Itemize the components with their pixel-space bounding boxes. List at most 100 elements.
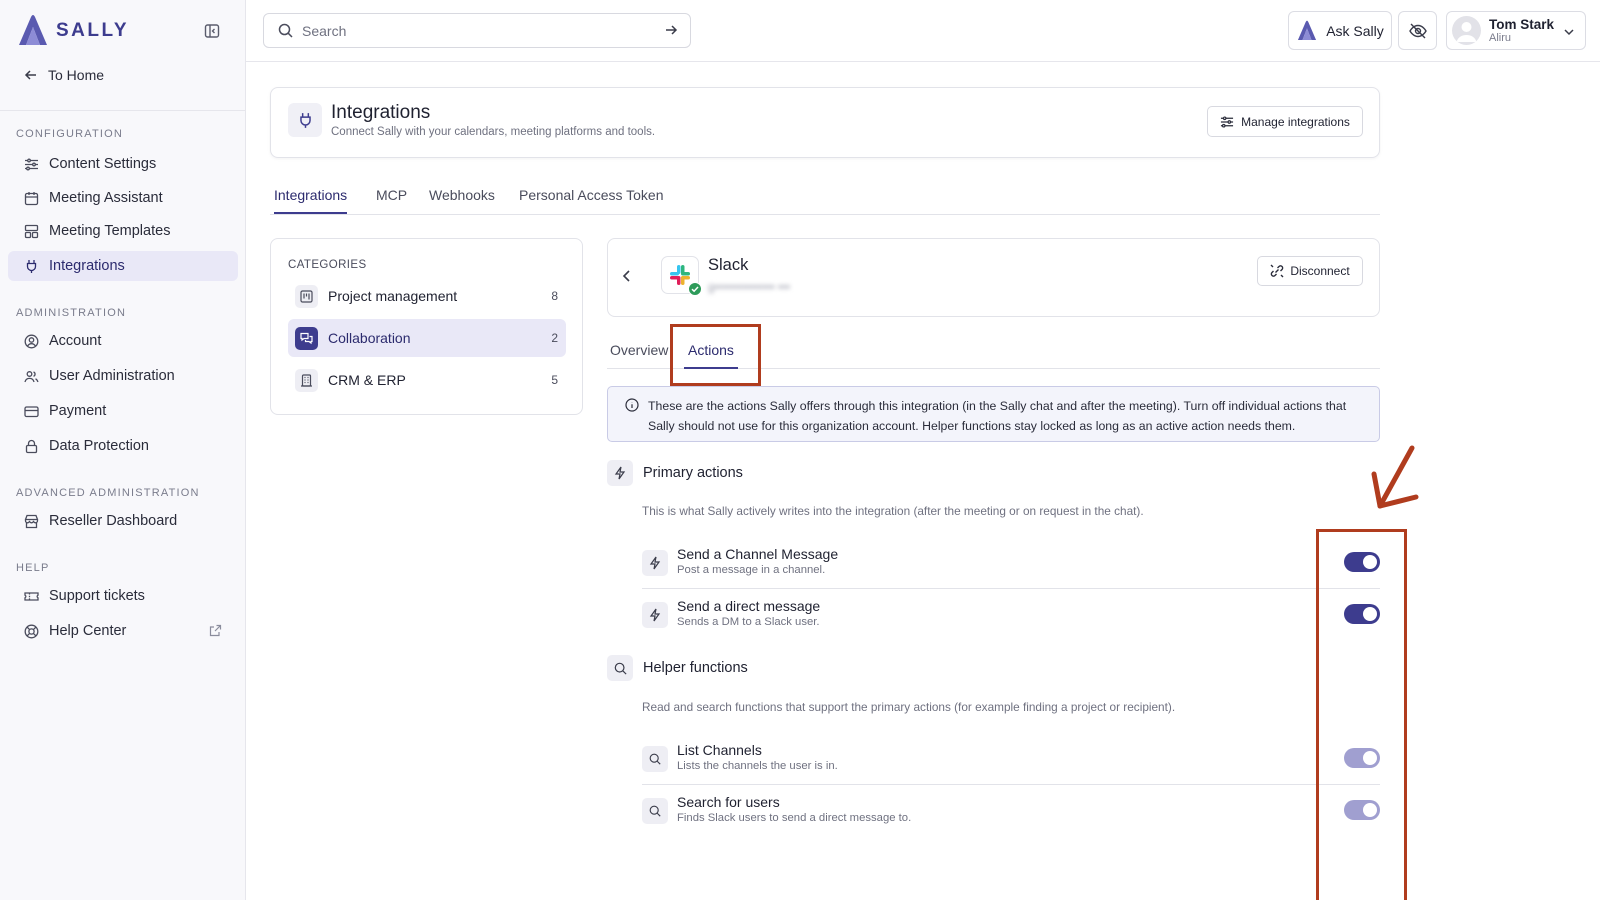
section-title-administration: ADMINISTRATION: [16, 307, 127, 319]
sidebar-item-label: Account: [49, 333, 102, 349]
sidebar-item-help-center[interactable]: Help Center: [8, 616, 238, 646]
category-count: 8: [551, 289, 558, 303]
action-title: Search for users: [677, 794, 780, 810]
integrations-header-card: Integrations Connect Sally with your cal…: [270, 87, 1380, 158]
arrow-right-icon: [666, 25, 678, 35]
topbar: Ask Sally Tom Stark Aliru: [246, 0, 1600, 62]
template-icon: [24, 224, 39, 238]
sidebar-item-label: Content Settings: [49, 156, 157, 172]
privacy-toggle-button[interactable]: [1398, 11, 1437, 50]
sidebar-item-label: Support tickets: [49, 588, 145, 604]
to-home-link[interactable]: To Home: [24, 67, 104, 83]
category-count: 2: [551, 331, 558, 345]
toggle-send-direct-message[interactable]: [1344, 604, 1380, 624]
avatar: [1452, 16, 1481, 45]
sally-logo-icon: [1298, 20, 1317, 40]
sidebar-item-label: Meeting Assistant: [49, 190, 163, 206]
integration-name: Slack: [708, 256, 749, 274]
sidebar-item-label: Help Center: [49, 623, 127, 639]
category-label: Collaboration: [328, 330, 411, 346]
info-icon: [625, 398, 639, 412]
search-submit-button[interactable]: [664, 23, 678, 37]
sidebar-collapse-icon: [204, 24, 220, 38]
sliders-icon: [1221, 115, 1234, 128]
user-menu-button[interactable]: Tom Stark Aliru: [1446, 11, 1586, 50]
search-input[interactable]: [302, 22, 652, 39]
search-icon: [278, 23, 293, 38]
search-icon: [642, 746, 668, 772]
action-description: Sends a DM to a Slack user.: [677, 616, 820, 628]
user-org: Aliru: [1489, 31, 1512, 44]
helper-functions-header: Helper functions: [607, 655, 748, 681]
search-bar[interactable]: [263, 13, 691, 48]
category-project-management[interactable]: Project management 8: [288, 277, 566, 315]
unlink-icon: [1270, 264, 1284, 278]
tab-personal-access-token[interactable]: Personal Access Token: [519, 187, 664, 212]
annotation-arrow-icon: [1371, 445, 1419, 509]
category-label: CRM & ERP: [328, 372, 406, 388]
building-icon: [295, 368, 318, 392]
store-icon: [24, 514, 39, 528]
chevron-left-icon: [622, 270, 630, 282]
manage-integrations-button[interactable]: Manage integrations: [1207, 106, 1363, 137]
toggle-list-channels[interactable]: [1344, 748, 1380, 768]
eye-off-icon: [1408, 23, 1427, 38]
sidebar-item-meeting-templates[interactable]: Meeting Templates: [8, 216, 238, 246]
ask-sally-button[interactable]: Ask Sally: [1288, 11, 1392, 50]
disconnect-button[interactable]: Disconnect: [1257, 256, 1363, 286]
tab-integrations[interactable]: Integrations: [274, 187, 348, 214]
sidebar-item-user-administration[interactable]: User Administration: [8, 361, 238, 391]
back-button[interactable]: [620, 269, 634, 283]
sidebar-item-reseller-dashboard[interactable]: Reseller Dashboard: [8, 506, 238, 536]
action-description: Lists the channels the user is in.: [677, 760, 838, 772]
action-row-send-direct-message: Send a direct message Sends a DM to a Sl…: [642, 589, 1380, 641]
sidebar: SALLY To Home CONFIGURATION Content Sett…: [0, 0, 246, 900]
toggle-send-channel-message[interactable]: [1344, 552, 1380, 572]
disconnect-label: Disconnect: [1290, 264, 1350, 278]
sidebar-item-account[interactable]: Account: [8, 326, 238, 356]
toggle-search-users[interactable]: [1344, 800, 1380, 820]
info-text: These are the actions Sally offers throu…: [648, 399, 1347, 433]
logo[interactable]: SALLY: [16, 14, 129, 48]
section-title-configuration: CONFIGURATION: [16, 128, 124, 140]
category-collaboration[interactable]: Collaboration 2: [288, 319, 566, 357]
category-crm-erp[interactable]: CRM & ERP 5: [288, 361, 566, 399]
search-icon: [607, 655, 633, 681]
search-icon: [642, 798, 668, 824]
logo-text: SALLY: [56, 20, 130, 41]
integration-tabs: Overview Actions: [607, 331, 1380, 369]
sidebar-item-payment[interactable]: Payment: [8, 396, 238, 426]
chat-icon: [295, 326, 318, 350]
to-home-label: To Home: [48, 67, 105, 83]
toggle-knob: [1363, 751, 1377, 765]
manage-integrations-label: Manage integrations: [1241, 114, 1350, 129]
tab-webhooks[interactable]: Webhooks: [429, 187, 495, 212]
tab-overview[interactable]: Overview: [610, 342, 668, 367]
integration-account: g••••••••••••••• •••: [708, 282, 791, 294]
users-icon: [24, 370, 39, 382]
sidebar-item-content-settings[interactable]: Content Settings: [8, 149, 238, 179]
section-title-help: HELP: [16, 562, 50, 574]
action-title: List Channels: [677, 742, 762, 758]
kanban-icon: [295, 284, 318, 308]
tab-mcp[interactable]: MCP: [376, 187, 407, 212]
ask-sally-label: Ask Sally: [1326, 22, 1384, 39]
collapse-sidebar-button[interactable]: [204, 23, 222, 41]
sidebar-item-label: Meeting Templates: [49, 223, 171, 239]
info-banner: These are the actions Sally offers throu…: [607, 386, 1380, 442]
integration-detail-card: Slack g••••••••••••••• ••• Disconnect: [607, 238, 1380, 317]
sidebar-item-data-protection[interactable]: Data Protection: [8, 431, 238, 461]
sidebar-item-support-tickets[interactable]: Support tickets: [8, 581, 238, 611]
user-name: Tom Stark: [1489, 16, 1555, 32]
external-link-icon: [209, 624, 222, 637]
page-subtitle: Connect Sally with your calendars, meeti…: [331, 126, 656, 138]
primary-actions-header: Primary actions: [607, 460, 743, 486]
action-title: Send a direct message: [677, 598, 821, 614]
credit-card-icon: [24, 405, 39, 417]
categories-panel: CATEGORIES Project management 8 Collabor…: [270, 238, 583, 415]
sidebar-item-integrations[interactable]: Integrations: [8, 251, 238, 281]
tab-actions[interactable]: Actions: [684, 342, 738, 369]
helper-functions-title: Helper functions: [643, 660, 748, 676]
sidebar-item-meeting-assistant[interactable]: Meeting Assistant: [8, 183, 238, 213]
lifebuoy-icon: [24, 624, 39, 638]
